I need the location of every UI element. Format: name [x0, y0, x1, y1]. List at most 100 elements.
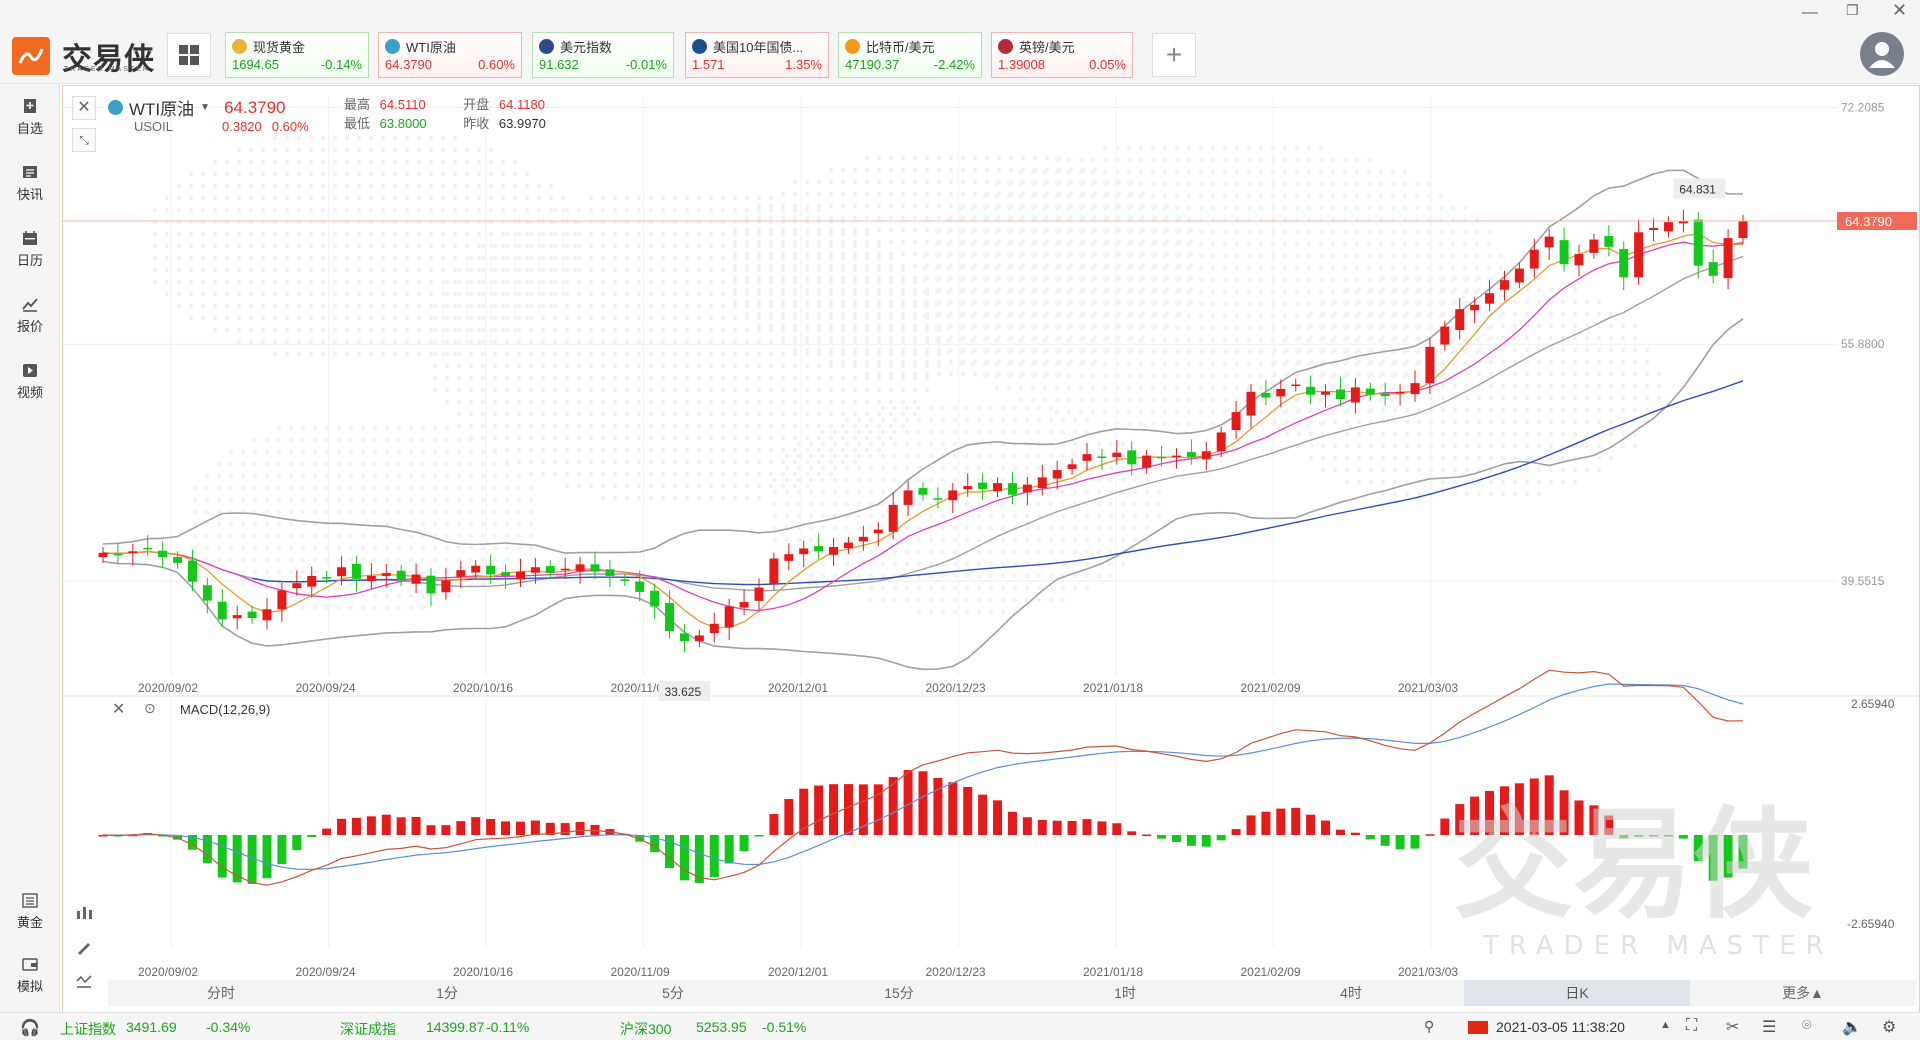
index-name[interactable]: 深证成指	[340, 1019, 396, 1039]
overlay-icon[interactable]	[72, 971, 96, 995]
ticker-card[interactable]: 美国10年国债... 1.571 1.35%	[685, 32, 829, 78]
settings-icon[interactable]: ⚙	[1882, 1017, 1896, 1037]
x-tick-label: 2020/12/23	[926, 681, 986, 695]
candle	[396, 570, 406, 581]
macd-bar	[307, 835, 317, 837]
period-tab[interactable]: 1分	[334, 980, 560, 1006]
candle	[575, 564, 585, 572]
chart-canvas[interactable]: 72.2085 55.8800 39.5515 2020/09/02 2020/09/0…	[63, 86, 1919, 1012]
bond-icon	[692, 38, 707, 54]
period-tab[interactable]: 4时	[1238, 980, 1464, 1006]
candle	[1216, 432, 1226, 452]
x-tick-label: 2021/03/03	[1398, 965, 1458, 979]
candle	[113, 553, 123, 556]
grid-icon	[179, 45, 199, 65]
status-bar: 🎧 上证指数 3491.69 -0.34% 深证成指 14399.87 -0.11% 沪深3…	[0, 1012, 1920, 1040]
index-change: -0.11%	[486, 1019, 530, 1035]
min-price-label: 33.625	[664, 685, 701, 699]
candle	[1142, 455, 1152, 468]
instrument-name[interactable]: WTI原油	[129, 95, 194, 120]
camera-icon[interactable]: ⌾	[1802, 1017, 1812, 1035]
period-tab[interactable]: 1时	[1012, 980, 1238, 1006]
sidebar-item-video[interactable]: 视频	[0, 362, 60, 418]
china-flag-icon	[1468, 1021, 1488, 1034]
ticker-card[interactable]: 比特币/美元 47190.37 -2.42%	[838, 32, 982, 78]
current-price-label: 64.3790	[1845, 214, 1892, 229]
period-tab[interactable]: 15分	[786, 980, 1012, 1006]
sidebar-item-calendar[interactable]: 日历	[0, 230, 60, 286]
caret-up-icon[interactable]: ▲	[1660, 1019, 1671, 1031]
sidebar-item-news[interactable]: 快讯	[0, 164, 60, 220]
ticker-card[interactable]: WTI原油 64.3790 0.60%	[378, 32, 522, 78]
candle	[635, 581, 645, 592]
candle	[1261, 392, 1271, 398]
fullscreen-icon[interactable]: ⛶	[1686, 1017, 1697, 1035]
headset-icon[interactable]: 🎧	[20, 1018, 40, 1038]
sidebar-item-quote[interactable]: 报价	[0, 296, 60, 352]
macd-settings-icon[interactable]: ⊙	[144, 700, 156, 717]
candle	[1634, 232, 1644, 278]
candle	[1649, 227, 1659, 230]
candle	[948, 490, 958, 501]
macd-bar	[351, 817, 361, 835]
draw-pen-icon[interactable]	[72, 937, 96, 961]
period-tab[interactable]: 更多▲	[1690, 980, 1916, 1006]
period-tab[interactable]: 5分	[560, 980, 786, 1006]
macd-bar	[337, 818, 347, 835]
candle	[456, 570, 466, 577]
candle	[1082, 454, 1092, 461]
sidebar-item-wallet[interactable]: 模拟	[0, 956, 60, 1012]
ticker-card[interactable]: 美元指数 91.632 -0.01%	[532, 32, 674, 78]
ticker-card[interactable]: 英镑/美元 1.39008 0.05%	[991, 32, 1133, 78]
sidebar-item-watchlist[interactable]: 自选	[0, 98, 60, 154]
period-tab[interactable]: 日K	[1464, 980, 1690, 1006]
indicator-icon[interactable]	[72, 903, 96, 927]
index-name[interactable]: 沪深300	[620, 1019, 671, 1039]
candle	[173, 557, 183, 563]
prev-value: 63.9970	[498, 116, 546, 131]
avatar[interactable]	[1860, 32, 1904, 76]
candle	[515, 571, 525, 580]
macd-bar	[456, 821, 466, 835]
sidebar-item-gold-bars[interactable]: 黄金	[0, 892, 60, 948]
oil-icon	[385, 38, 400, 54]
macd-close-button[interactable]: ✕	[112, 699, 125, 719]
layout-grid-button[interactable]	[167, 33, 211, 77]
macd-bar	[1022, 817, 1032, 835]
quote-icon	[22, 298, 38, 312]
add-ticker-button[interactable]: +	[1152, 33, 1196, 77]
chevron-down-icon[interactable]: ▼	[200, 102, 210, 113]
macd-bar	[724, 835, 734, 864]
period-tab[interactable]: 分时	[108, 980, 334, 1006]
chart-close-button[interactable]: ✕	[72, 96, 96, 120]
candle	[337, 567, 347, 577]
macd-bar	[963, 786, 973, 835]
candle	[694, 635, 704, 642]
x-tick-label: 2020/10/16	[453, 681, 513, 695]
candle	[1514, 268, 1524, 283]
ticker-name: WTI原油	[406, 39, 456, 55]
macd-y-top: 2.65940	[1851, 697, 1895, 711]
candle	[1112, 452, 1122, 458]
chart-collapse-button[interactable]: ⤡	[72, 128, 96, 152]
minimize-icon[interactable]: —	[1802, 4, 1818, 22]
candle	[709, 623, 719, 634]
tools-icon[interactable]: ✂	[1726, 1017, 1739, 1037]
x-tick-label: 2021/01/18	[1083, 965, 1143, 979]
candle	[1574, 254, 1584, 266]
list-icon[interactable]: ☰	[1762, 1017, 1776, 1037]
macd-bar	[679, 835, 689, 881]
mute-icon[interactable]: 🔈	[1842, 1017, 1862, 1037]
video-icon	[23, 364, 37, 377]
candle	[158, 550, 168, 558]
index-value: 14399.87	[426, 1019, 485, 1035]
index-name[interactable]: 上证指数	[60, 1019, 116, 1039]
x-tick-label: 2020/09/02	[138, 681, 198, 695]
candle	[1708, 262, 1718, 276]
macd-bar	[1052, 820, 1062, 835]
restore-icon[interactable]: ❐	[1846, 2, 1859, 19]
close-icon[interactable]: ✕	[1892, 0, 1907, 21]
ticker-change: -2.42%	[933, 57, 975, 72]
ticker-card[interactable]: 现货黄金 1694.65 -0.14%	[225, 32, 369, 78]
ticker-price: 1.571	[692, 57, 725, 72]
